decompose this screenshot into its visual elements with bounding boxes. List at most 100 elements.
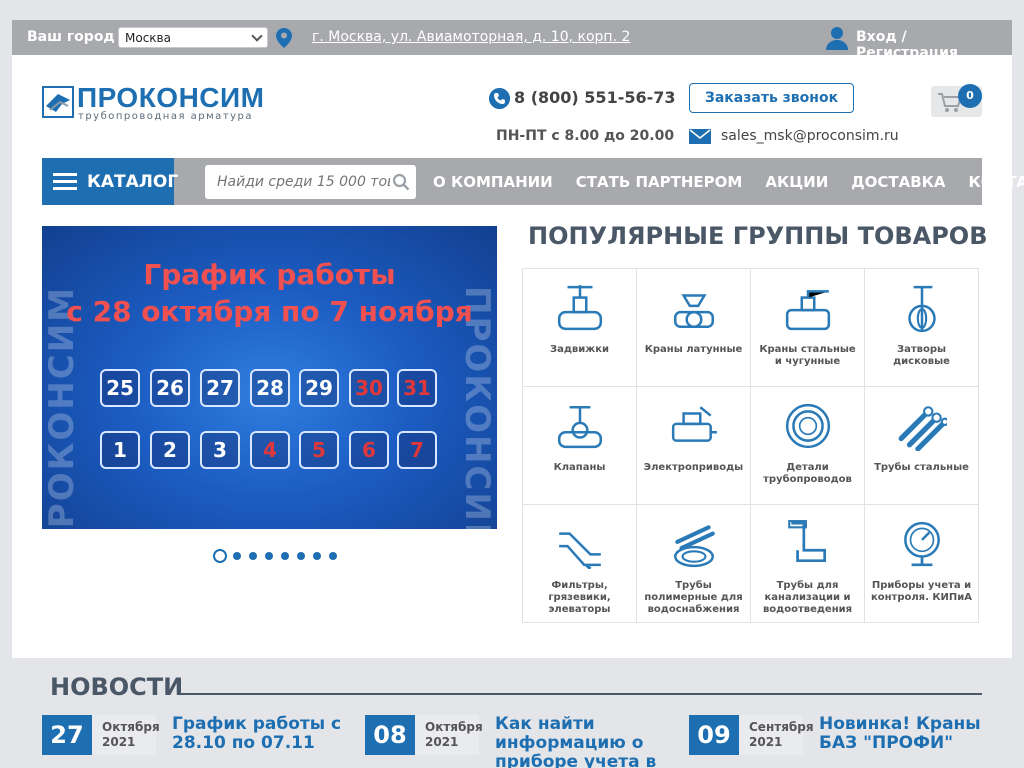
pressure-gauge-icon [904, 521, 940, 567]
product-group-label: Краны стальные и чугунные [759, 344, 856, 367]
news-date: Октября 2021 [92, 715, 160, 755]
slider-heading-line1: График работы [143, 258, 396, 291]
slider-dot[interactable] [329, 551, 337, 560]
butterfly-valve-icon [908, 285, 936, 333]
search-input[interactable] [205, 165, 390, 199]
popular-groups-grid: Задвижки Краны латунные Краны стальные и ч… [522, 268, 979, 623]
product-group-tile[interactable]: Краны латунные [637, 269, 751, 387]
calendar-day: 27 [200, 369, 240, 407]
news-title-link[interactable]: График работы с 28.10 по 07.11 [172, 715, 342, 753]
slider-dot[interactable] [281, 551, 289, 560]
news-title-link[interactable]: Новинка! Краны БАЗ "ПРОФИ" [819, 715, 989, 753]
order-callback-button[interactable]: Заказать звонок [689, 83, 854, 113]
brass-ball-valve-icon [674, 294, 714, 328]
calendar-day: 2 [150, 431, 190, 469]
nav-link-about[interactable]: О КОМПАНИИ [433, 173, 553, 191]
filter-icon [559, 532, 601, 569]
product-group-tile[interactable]: Электроприводы [637, 387, 751, 505]
slider-dot[interactable] [249, 551, 257, 560]
slider-dots [213, 545, 345, 564]
pipe-fitting-icon [785, 403, 831, 449]
product-group-tile[interactable]: Задвижки [523, 269, 637, 387]
city-select[interactable]: Москва [118, 27, 268, 48]
chevron-down-icon [251, 30, 263, 42]
news-year: 2021 [425, 735, 459, 749]
news-year: 2021 [102, 735, 136, 749]
product-group-label: Фильтры, грязевики, элеваторы [548, 580, 611, 615]
nav-link-contacts[interactable]: КОНТАКТЫ [969, 173, 1024, 191]
search-box [205, 165, 416, 199]
slider-heading-line2: с 28 октября по 7 ноября [66, 295, 473, 328]
slider-dot[interactable] [233, 551, 241, 560]
calendar-day: 29 [299, 369, 339, 407]
calendar-day: 30 [349, 369, 389, 407]
gate-valve-icon [557, 285, 603, 331]
email-link[interactable]: sales_msk@proconsim.ru [721, 128, 899, 144]
nav-link-promotions[interactable]: АКЦИИ [765, 173, 828, 191]
product-group-tile[interactable]: Трубы стальные [865, 387, 979, 505]
address-link[interactable]: г. Москва, ул. Авиамоторная, д. 10, корп… [312, 29, 630, 45]
popular-groups-title: ПОПУЛЯРНЫЕ ГРУППЫ ТОВАРОВ [528, 222, 988, 250]
product-group-label: Краны латунные [644, 344, 743, 355]
news-month: Октября [425, 720, 483, 734]
product-group-label: Приборы учета и контроля. КИПиА [870, 580, 973, 603]
slider-dot[interactable] [265, 551, 273, 560]
calendar-day: 26 [150, 369, 190, 407]
product-group-tile[interactable]: Клапаны [523, 387, 637, 505]
map-pin-icon[interactable] [276, 28, 292, 48]
user-icon[interactable] [826, 26, 848, 50]
news-day: 27 [42, 715, 92, 755]
nav-link-partner[interactable]: СТАТЬ ПАРТНЕРОМ [576, 173, 743, 191]
product-group-tile[interactable]: Трубы для канализации и водоотведения [751, 505, 865, 623]
news-day: 09 [689, 715, 739, 755]
calendar-day: 4 [250, 431, 290, 469]
calendar-day: 6 [349, 431, 389, 469]
news-title-link[interactable]: Как найти информацию о приборе учета в [495, 715, 665, 768]
logo-mark-icon [42, 86, 74, 118]
news-year: 2021 [749, 735, 783, 749]
product-group-label: Детали трубопроводов [763, 462, 852, 485]
promo-slider[interactable]: ПРОКОНСИМ ПРОКОНСИМ График работы с 28 о… [42, 226, 497, 529]
logo-tagline: трубопроводная арматура [78, 111, 254, 122]
product-group-label: Клапаны [553, 462, 606, 473]
news-title: НОВОСТИ [50, 673, 184, 701]
news-date: Сентября 2021 [739, 715, 814, 755]
top-bar: Ваш город Москва г. Москва, ул. Авиамото… [12, 20, 1012, 61]
product-group-tile[interactable]: Трубы полимерные для водоснабжения [637, 505, 751, 623]
working-hours: ПН-ПТ с 8.00 до 20.00 [496, 128, 675, 144]
slider-dot[interactable] [213, 548, 227, 563]
product-group-tile[interactable]: Затворы дисковые [865, 269, 979, 387]
polymer-pipes-icon [674, 525, 715, 568]
menu-burger-icon [53, 173, 77, 191]
city-select-value: Москва [125, 31, 171, 45]
product-group-tile[interactable]: Приборы учета и контроля. КИПиА [865, 505, 979, 623]
product-group-label: Задвижки [549, 344, 609, 355]
sewer-pipe-icon [788, 520, 827, 563]
phone-number[interactable]: 8 (800) 551-56-73 [514, 88, 676, 107]
cart-button[interactable]: 0 [931, 84, 982, 117]
main-navbar: КАТАЛОГ О КОМПАНИИ СТАТЬ ПАРТНЕРОМ АКЦИИ ДО… [42, 158, 1024, 205]
logo[interactable]: ПРОКОНСИМ трубопроводная арматура [42, 82, 272, 124]
nav-link-delivery[interactable]: ДОСТАВКА [851, 173, 945, 191]
catalog-button[interactable]: КАТАЛОГ [42, 158, 178, 205]
news-date: Октября 2021 [415, 715, 483, 755]
product-group-label: Затворы дисковые [893, 344, 950, 367]
mail-icon [689, 129, 711, 144]
search-icon[interactable] [392, 173, 410, 191]
product-group-tile[interactable]: Детали трубопроводов [751, 387, 865, 505]
calendar-day: 31 [397, 369, 437, 407]
nav-links: О КОМПАНИИ СТАТЬ ПАРТНЕРОМ АКЦИИ ДОСТАВКА КО… [433, 172, 1024, 191]
calendar-day: 1 [100, 431, 140, 469]
product-group-tile[interactable]: Фильтры, грязевики, элеваторы [523, 505, 637, 623]
product-group-label: Трубы полимерные для водоснабжения [644, 580, 743, 615]
steel-pipes-icon [898, 406, 947, 451]
logo-name: ПРОКОНСИМ [77, 82, 265, 113]
product-group-label: Трубы для канализации и водоотведения [762, 580, 853, 615]
calendar-day: 3 [200, 431, 240, 469]
news-day: 08 [365, 715, 415, 755]
calendar-day: 25 [100, 369, 140, 407]
slider-dot[interactable] [297, 551, 305, 560]
calendar-day: 5 [299, 431, 339, 469]
product-group-tile[interactable]: Краны стальные и чугунные [751, 269, 865, 387]
slider-dot[interactable] [313, 551, 321, 560]
